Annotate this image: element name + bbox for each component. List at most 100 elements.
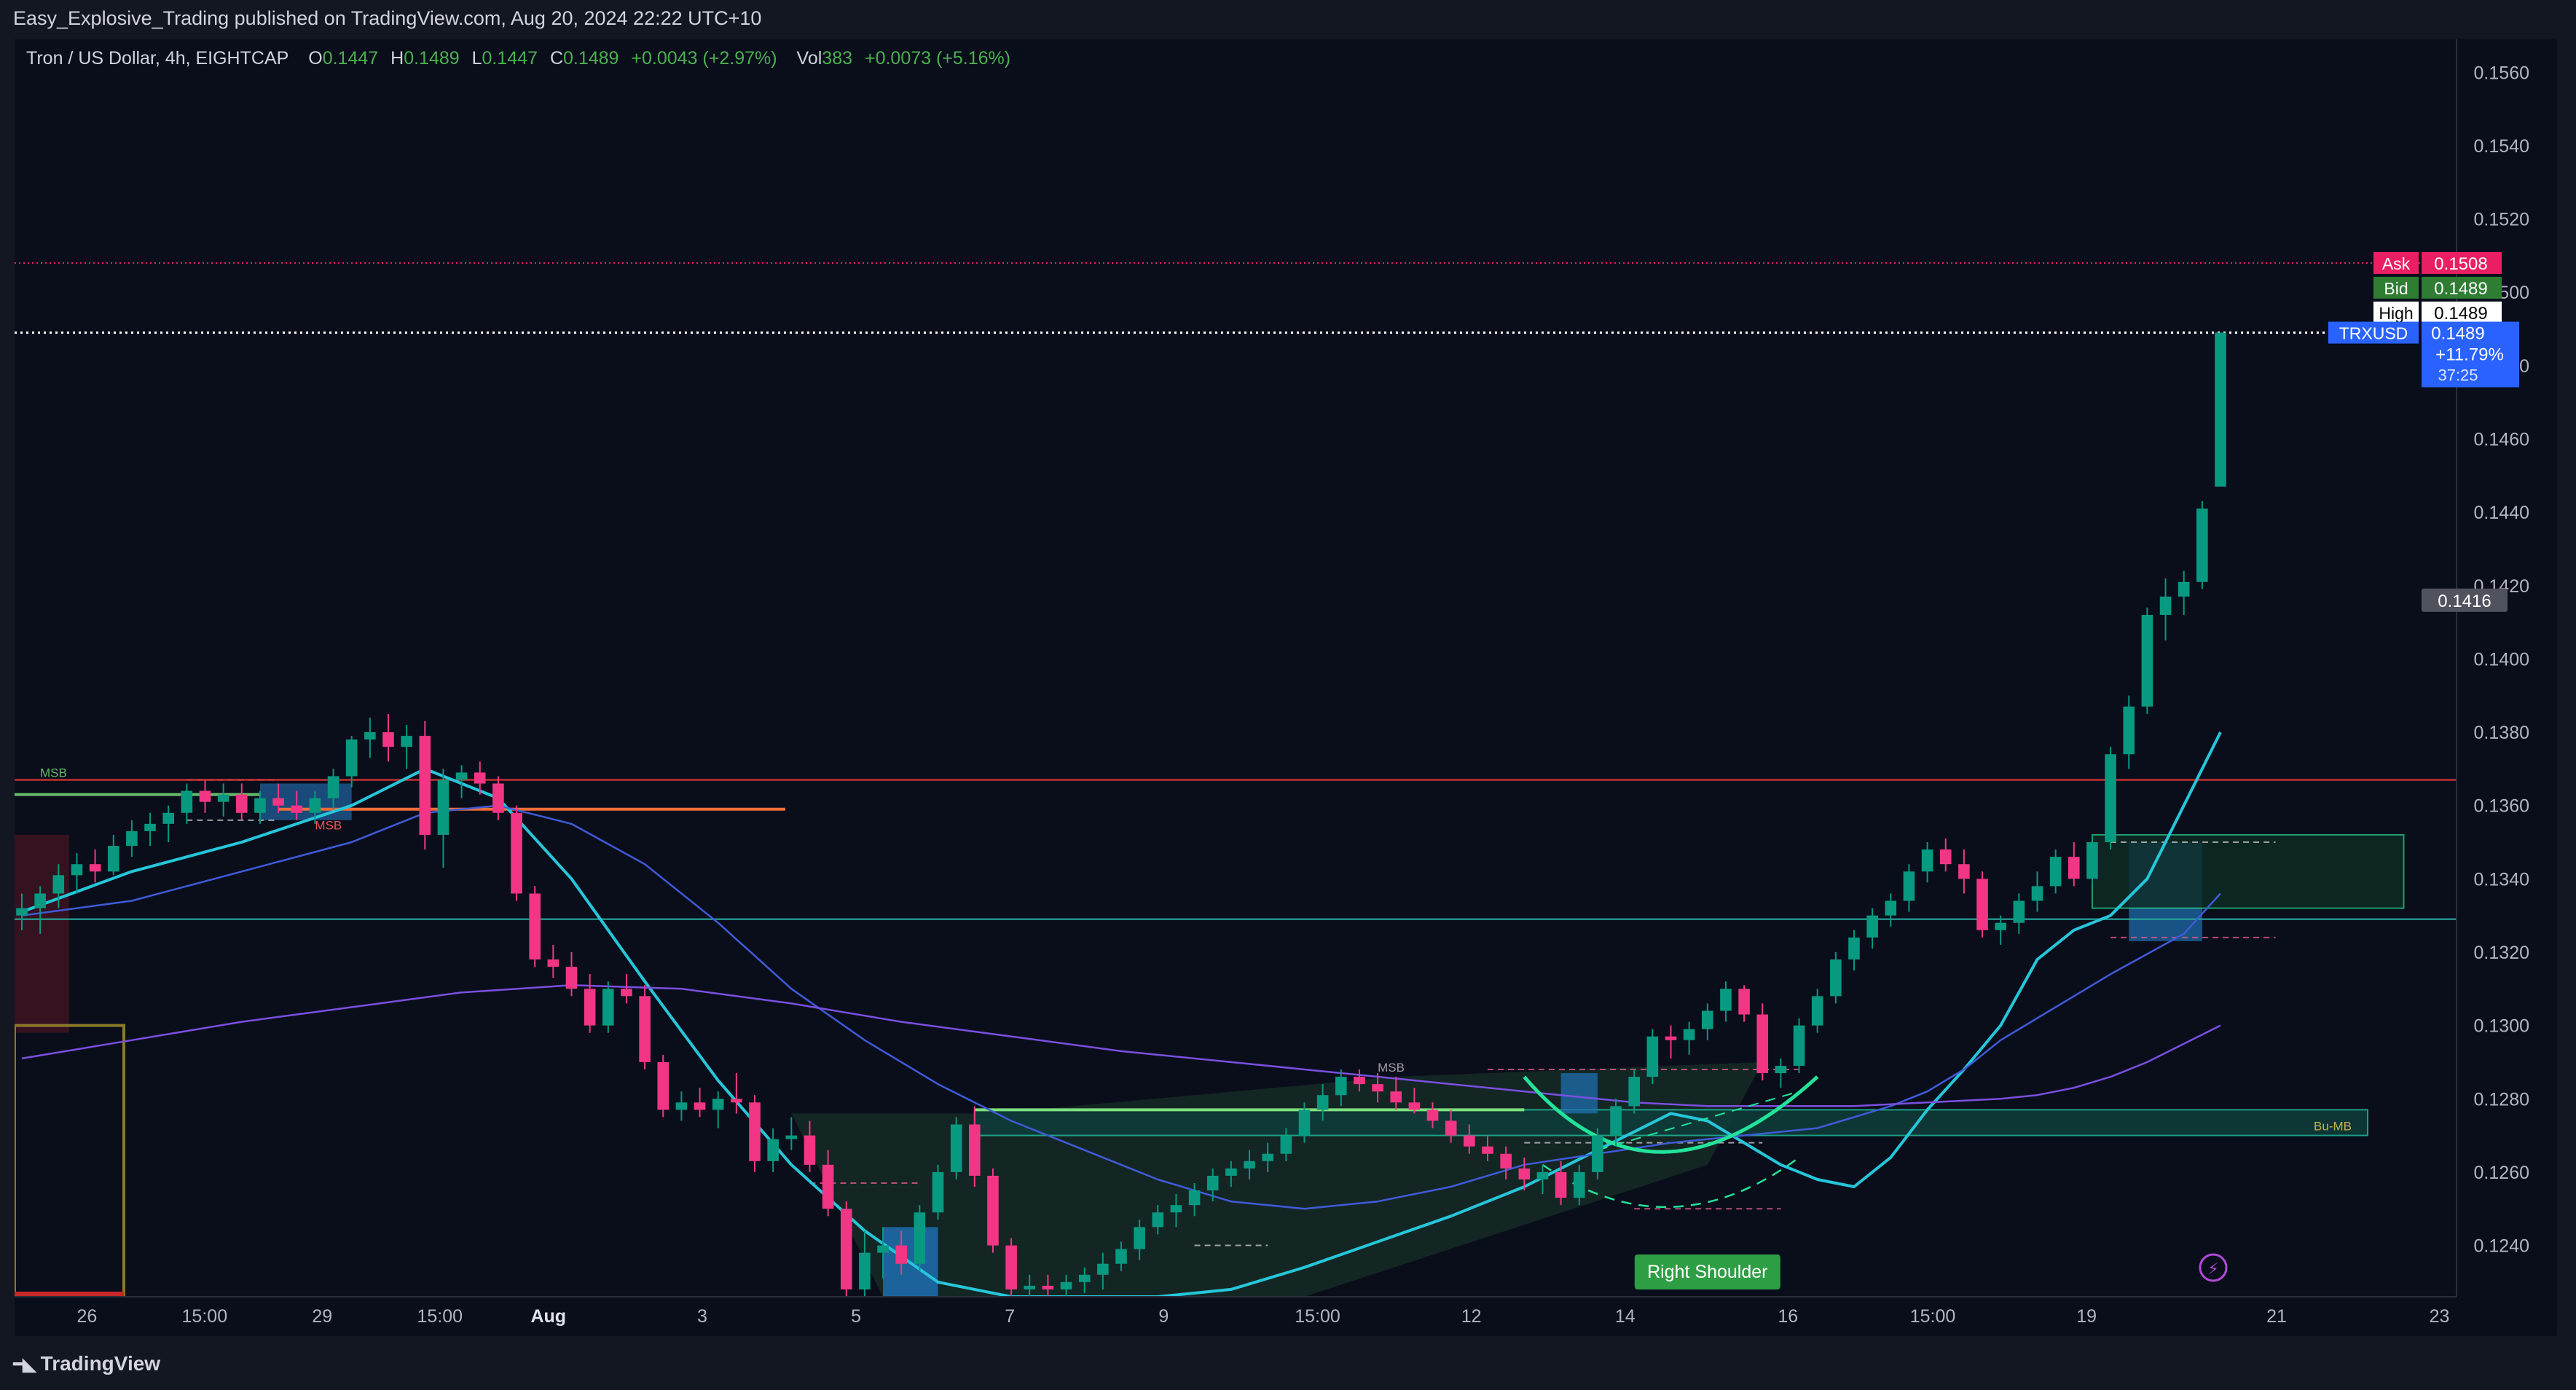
candle [382,713,394,762]
y-tick-label: 0.1520 [2474,210,2529,230]
candle [2086,834,2098,887]
candle [749,1095,761,1172]
candle [1793,1018,1805,1074]
candle-body [199,790,211,802]
candle-body [2159,596,2172,616]
candle-body [162,812,174,824]
candle-body [1573,1171,1585,1198]
candle [2141,607,2153,714]
x-tick-label: 15:00 [417,1306,463,1327]
candle [2159,578,2172,641]
candle [1830,951,1842,1004]
candle-body [1555,1171,1567,1198]
symbol-tag: TRXUSD [2339,324,2408,343]
legend-high-label: H [390,48,404,68]
x-tick-label: 29 [312,1306,332,1327]
candle-body [1665,1036,1677,1040]
candle [932,1164,944,1220]
candle-body [565,967,578,989]
candle-body [822,1164,834,1209]
ma-line-2 [21,984,2221,1107]
candle-body [291,805,303,813]
candle [987,1168,999,1253]
candle-body [2178,581,2190,597]
chart-canvas[interactable]: Bu-MB MSB MSB MSB Right Shoulder ⚡ 0.1240 0.126… [15,39,2557,1336]
candle [2013,893,2025,934]
candle [1665,1025,1677,1059]
candle-body [1005,1245,1017,1289]
candle [767,1128,779,1172]
candle [1866,908,1878,949]
bull-box-right [2091,833,2405,909]
candle [162,805,174,843]
y-tick-label: 0.1440 [2474,503,2529,523]
candle-body [1244,1161,1255,1169]
candle [236,783,248,820]
x-tick-label: Aug [530,1306,566,1327]
candle-body [1720,989,1732,1011]
candle [950,1117,962,1179]
legend-vol-label: Vol [796,48,822,68]
candle-body [1536,1171,1549,1179]
demand-box-left [15,1024,125,1297]
candle-body [1756,1014,1769,1074]
candle-body [1078,1274,1091,1282]
bar-countdown: 37:25 [2438,366,2478,385]
x-tick-label: 12 [1461,1306,1482,1327]
tradingview-logo[interactable]: ━◣ TradingView [13,1352,160,1375]
candle-body [639,996,651,1062]
candle-body [1445,1120,1457,1136]
candle [1683,1021,1695,1055]
legend-vol: 383 [822,48,853,68]
candle-body [474,772,486,784]
candle [181,783,193,824]
candle-body [236,794,248,813]
x-tick-label: 19 [2076,1306,2097,1327]
candle-body [89,864,101,872]
x-tick-label: 3 [697,1306,707,1327]
candle-body [144,823,156,831]
candle-body [1464,1135,1475,1147]
candle-body [1793,1025,1805,1066]
candle [1775,1058,1787,1088]
tradingview-logo-icon: ━◣ [13,1352,37,1375]
candle-body [16,908,28,916]
candle-body [657,1061,669,1110]
candle-body [785,1135,798,1139]
candle-body [1390,1091,1402,1103]
candle-body [547,959,559,967]
candle-body [1683,1029,1695,1040]
order-block-3 [1560,1073,1598,1114]
candle-body [107,846,119,872]
y-tick-label: 0.1560 [2474,63,2529,83]
y-tick-label: 0.1300 [2474,1016,2529,1037]
candle-body [327,776,339,798]
candle [492,776,504,820]
candle-body [1811,996,1823,1026]
candle [1939,838,1952,872]
candle-body [1408,1102,1421,1110]
candle-body [1482,1146,1493,1154]
candle [621,974,632,1004]
legend-symbol[interactable]: Tron / US Dollar, 4h, EIGHTCAP [26,48,288,68]
candle-body [1830,959,1842,997]
candle [144,812,156,847]
candle-body [529,893,541,960]
candle [2123,695,2135,769]
candle [1005,1238,1017,1297]
candle-body [1610,1106,1622,1136]
candle-body [492,783,504,813]
candle-body [1628,1077,1640,1107]
candle-body [1372,1084,1383,1092]
candle-body [2049,857,2062,887]
candle-body [1152,1212,1164,1228]
candle [712,1091,724,1128]
candle-body [1298,1110,1311,1136]
candle-body [2123,706,2135,755]
lightning-glyph: ⚡ [2207,1260,2218,1278]
candle-body [1115,1249,1127,1264]
chart-panel[interactable]: Bu-MB MSB MSB MSB Right Shoulder ⚡ 0.1240 0.126… [15,39,2557,1336]
candle [419,720,431,850]
tradingview-brand: TradingView [40,1352,161,1375]
y-tick-label: 0.1380 [2474,723,2529,743]
